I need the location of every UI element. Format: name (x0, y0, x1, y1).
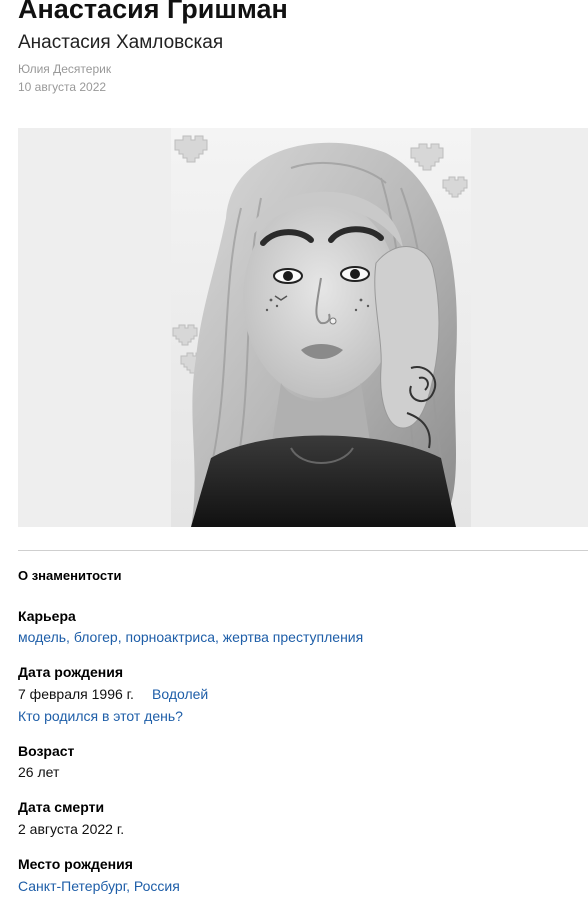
portrait-photo[interactable] (171, 128, 471, 527)
section-divider (18, 550, 588, 551)
career-label: Карьера (18, 608, 76, 624)
death-date-value: 2 августа 2022 г. (18, 821, 125, 837)
born-same-day-link[interactable]: Кто родился в этот день? (18, 708, 183, 725)
birth-date-value: 7 февраля 1996 г. (18, 686, 134, 702)
publish-date: 10 августа 2022 (18, 80, 107, 94)
birthplace-label: Место рождения (18, 856, 133, 872)
age-label: Возраст (18, 743, 75, 759)
birth-date-label: Дата рождения (18, 664, 124, 680)
author-name[interactable]: Юлия Десятерик (18, 62, 111, 77)
age-value: 26 лет (18, 764, 60, 780)
photo-container (18, 128, 588, 527)
death-date-label: Дата смерти (18, 799, 105, 815)
career-links[interactable]: модель, блогер, порноактриса, жертва пре… (18, 629, 363, 646)
page-title: Анастасия Гришман (18, 0, 288, 24)
article-page: Анастасия Гришман Анастасия Хамловская Ю… (0, 0, 588, 898)
page-subtitle: Анастасия Хамловская (18, 32, 224, 53)
birthplace-link[interactable]: Санкт-Петербург, Россия (18, 878, 180, 895)
section-title-about: О знаменитости (18, 568, 122, 583)
zodiac-link[interactable]: Водолей (152, 686, 208, 703)
